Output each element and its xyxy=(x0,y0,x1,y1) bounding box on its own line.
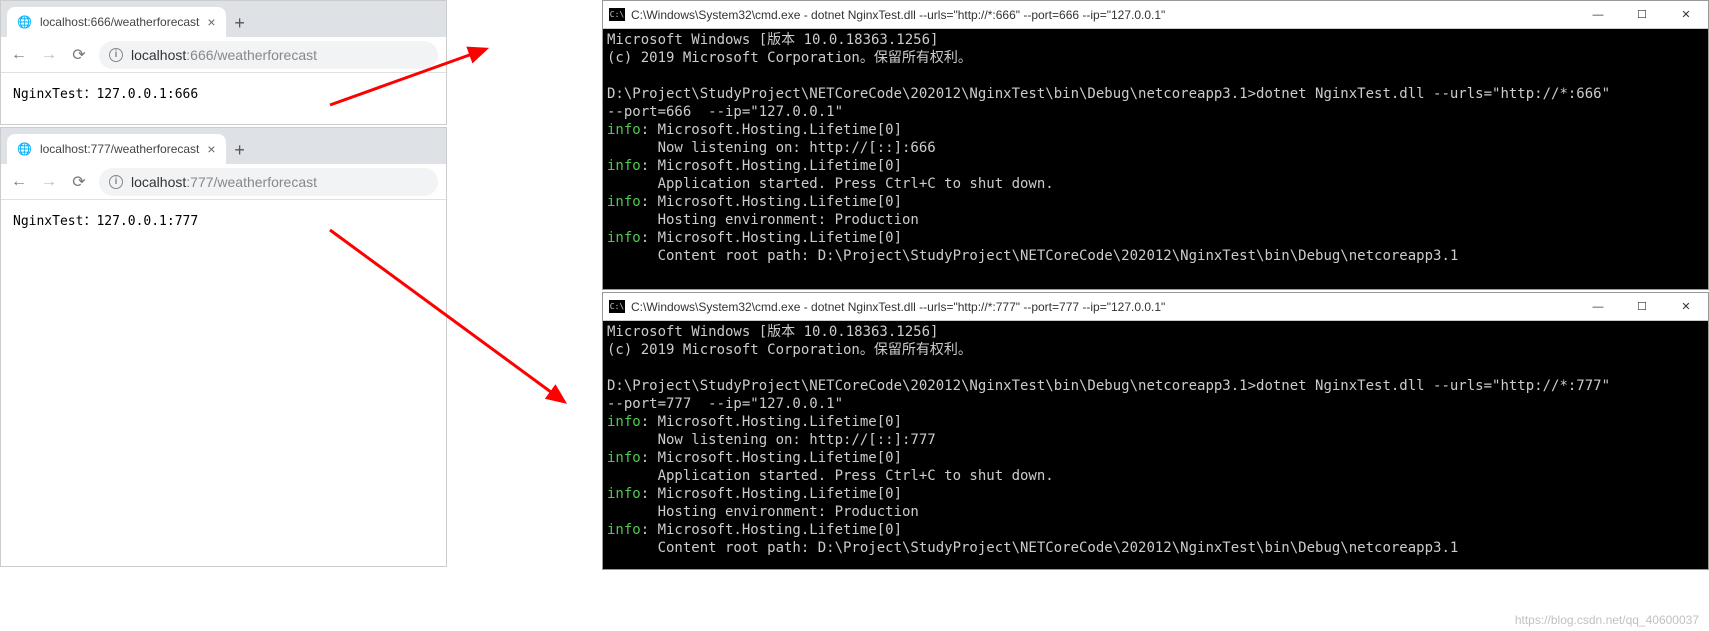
cmd-output[interactable]: Microsoft Windows [版本 10.0.18363.1256] (… xyxy=(603,29,1708,289)
browser-toolbar: ← → ⟳ i localhost:777/weatherforecast xyxy=(1,164,446,200)
close-icon[interactable]: × xyxy=(207,141,215,157)
cmd-titlebar[interactable]: C:\ C:\Windows\System32\cmd.exe - dotnet… xyxy=(603,1,1708,29)
new-tab-button[interactable]: + xyxy=(226,136,254,164)
browser-tab[interactable]: 🌐 localhost:666/weatherforecast × xyxy=(7,7,226,37)
back-button[interactable]: ← xyxy=(9,46,29,64)
close-button[interactable]: ✕ xyxy=(1664,1,1708,28)
tab-strip: 🌐 localhost:777/weatherforecast × + xyxy=(1,128,446,164)
cmd-output[interactable]: Microsoft Windows [版本 10.0.18363.1256] (… xyxy=(603,321,1708,569)
maximize-button[interactable]: ☐ xyxy=(1620,1,1664,28)
url-text: localhost:666/weatherforecast xyxy=(131,47,317,63)
globe-icon: 🌐 xyxy=(17,142,32,156)
cmd-icon: C:\ xyxy=(609,300,625,313)
reload-button[interactable]: ⟳ xyxy=(69,172,89,192)
forward-button[interactable]: → xyxy=(39,46,59,64)
address-bar[interactable]: i localhost:777/weatherforecast xyxy=(99,168,438,196)
site-info-icon[interactable]: i xyxy=(109,48,123,62)
page-content: NginxTest：127.0.0.1:666 xyxy=(1,73,446,112)
window-controls: — ☐ ✕ xyxy=(1576,293,1708,320)
window-controls: — ☐ ✕ xyxy=(1576,1,1708,28)
browser-window-777: 🌐 localhost:777/weatherforecast × + ← → … xyxy=(0,127,447,567)
address-bar[interactable]: i localhost:666/weatherforecast xyxy=(99,41,438,69)
url-text: localhost:777/weatherforecast xyxy=(131,174,317,190)
minimize-button[interactable]: — xyxy=(1576,1,1620,28)
browser-window-666: 🌐 localhost:666/weatherforecast × + ← → … xyxy=(0,0,447,125)
watermark: https://blog.csdn.net/qq_40600037 xyxy=(1515,613,1699,627)
minimize-button[interactable]: — xyxy=(1576,293,1620,320)
cmd-title: C:\Windows\System32\cmd.exe - dotnet Ngi… xyxy=(631,300,1576,314)
close-icon[interactable]: × xyxy=(207,14,215,30)
browser-tab[interactable]: 🌐 localhost:777/weatherforecast × xyxy=(7,134,226,164)
tab-title: localhost:666/weatherforecast xyxy=(40,15,199,29)
forward-button[interactable]: → xyxy=(39,173,59,191)
tab-title: localhost:777/weatherforecast xyxy=(40,142,199,156)
cmd-window-777: C:\ C:\Windows\System32\cmd.exe - dotnet… xyxy=(602,292,1709,570)
browser-toolbar: ← → ⟳ i localhost:666/weatherforecast xyxy=(1,37,446,73)
site-info-icon[interactable]: i xyxy=(109,175,123,189)
reload-button[interactable]: ⟳ xyxy=(69,45,89,65)
back-button[interactable]: ← xyxy=(9,173,29,191)
cmd-icon: C:\ xyxy=(609,8,625,21)
cmd-title: C:\Windows\System32\cmd.exe - dotnet Ngi… xyxy=(631,8,1576,22)
cmd-window-666: C:\ C:\Windows\System32\cmd.exe - dotnet… xyxy=(602,0,1709,290)
close-button[interactable]: ✕ xyxy=(1664,293,1708,320)
cmd-titlebar[interactable]: C:\ C:\Windows\System32\cmd.exe - dotnet… xyxy=(603,293,1708,321)
page-content: NginxTest：127.0.0.1:777 xyxy=(1,200,446,239)
new-tab-button[interactable]: + xyxy=(226,9,254,37)
globe-icon: 🌐 xyxy=(17,15,32,29)
maximize-button[interactable]: ☐ xyxy=(1620,293,1664,320)
tab-strip: 🌐 localhost:666/weatherforecast × + xyxy=(1,1,446,37)
